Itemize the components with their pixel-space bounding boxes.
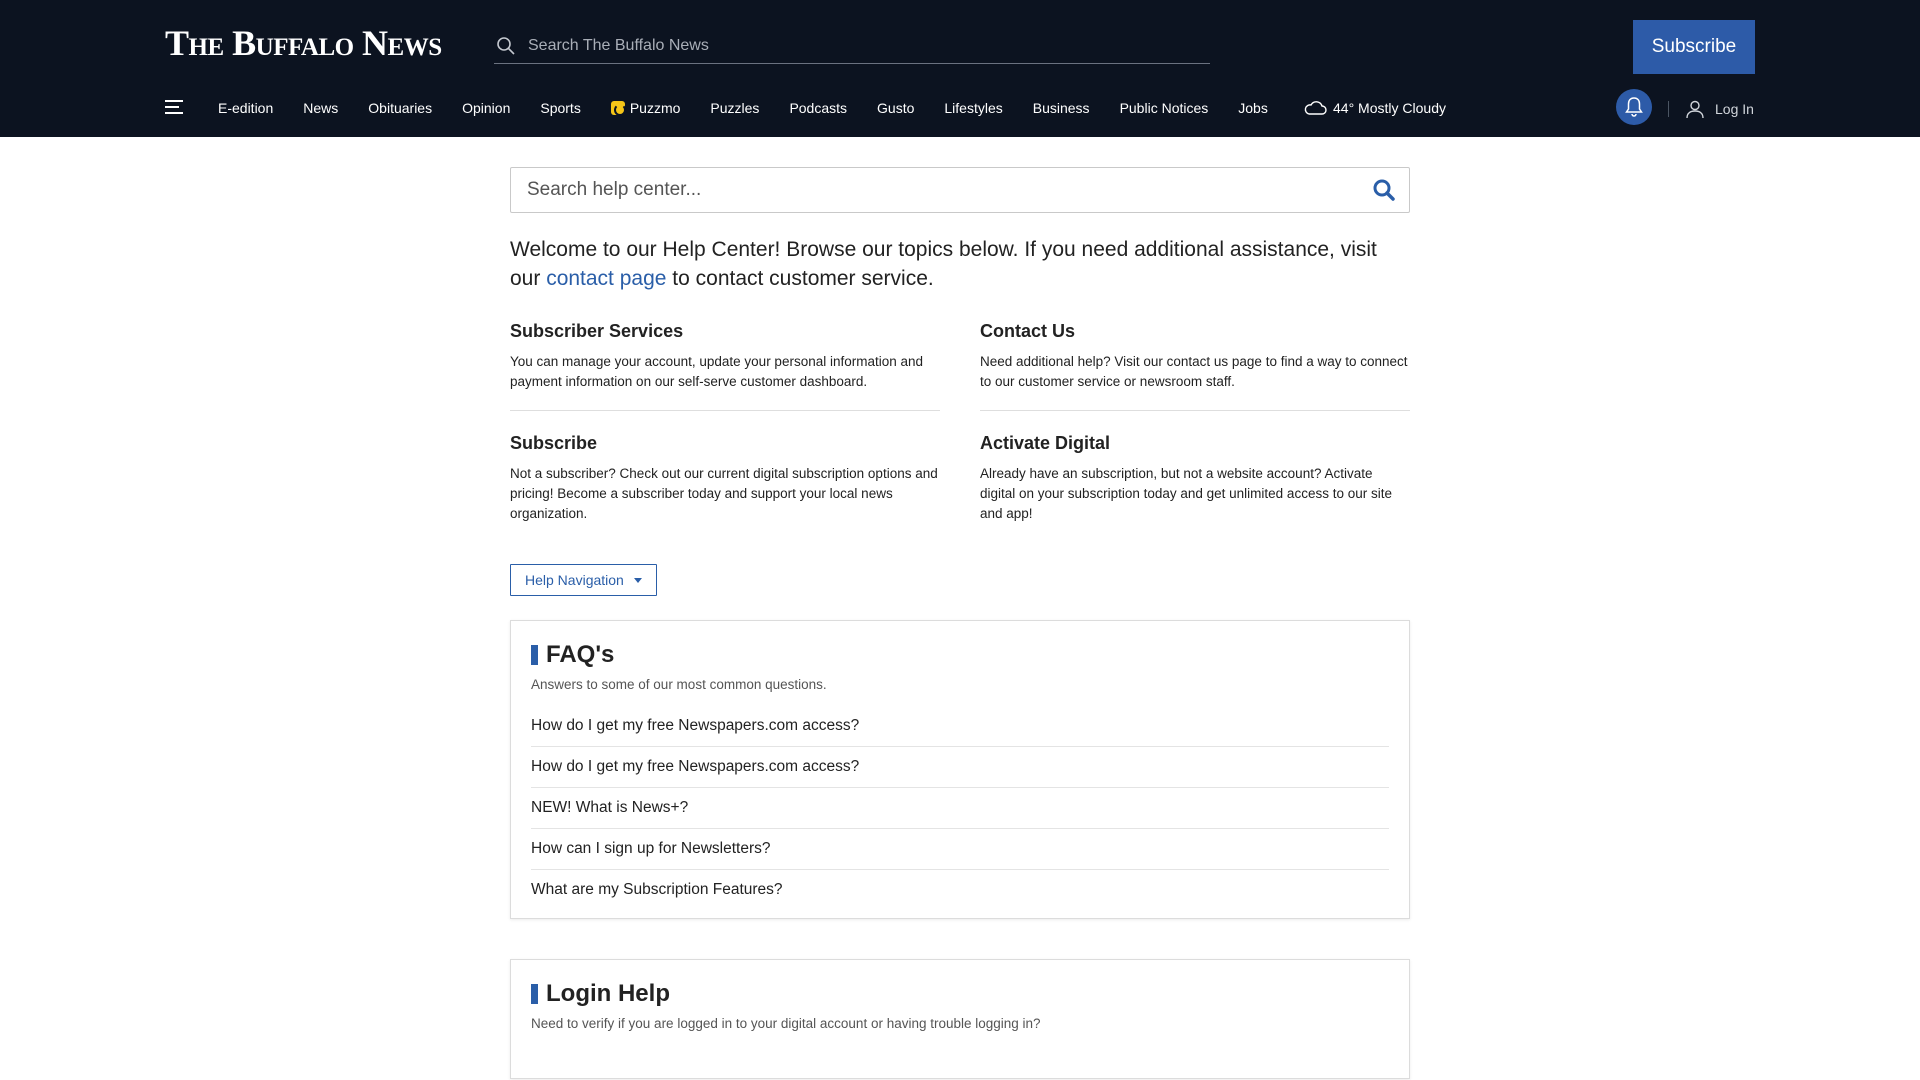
site-logo[interactable]: The Buffalo News [165,22,442,64]
nav-item-gusto[interactable]: Gusto [877,100,914,116]
login-label: Log In [1715,101,1754,117]
nav-item-e-edition[interactable]: E-edition [218,100,273,116]
welcome-text: Welcome to our Help Center! Browse our t… [510,238,1377,290]
accent-bar [531,984,538,1004]
cloud-icon [1304,101,1327,115]
search-icon[interactable] [496,36,516,56]
nav-item-business[interactable]: Business [1033,100,1090,116]
weather-text: 44° Mostly Cloudy [1333,100,1446,116]
help-navigation-dropdown[interactable]: Help Navigation [510,564,657,596]
nav-item-podcasts[interactable]: Podcasts [789,100,847,116]
subscribe-button[interactable]: Subscribe [1633,20,1755,74]
user-icon [1686,100,1704,119]
contact-page-link[interactable]: contact page [546,267,666,290]
help-search [510,167,1410,213]
nav-item-obituaries[interactable]: Obituaries [368,100,432,116]
faq-item[interactable]: How do I get my free Newspapers.com acce… [531,706,1389,747]
help-search-input[interactable] [527,179,1359,201]
topic-title[interactable]: Activate Digital [980,433,1410,454]
topic-description: Need additional help? Visit our contact … [980,354,1408,389]
faq-card: FAQ's Answers to some of our most common… [510,620,1410,919]
nav-item-puzzles[interactable]: Puzzles [710,100,759,116]
search-icon [1373,179,1395,201]
site-search-input[interactable] [528,36,1188,55]
login-help-card: Login Help Need to verify if you are log… [510,959,1410,1079]
header-divider [1668,101,1669,117]
topic-activate-digital: Activate Digital Already have an subscri… [980,433,1410,542]
topic-title[interactable]: Contact Us [980,321,1410,342]
nav-item-public-notices[interactable]: Public Notices [1120,100,1209,116]
faq-item[interactable]: How do I get my free Newspapers.com acce… [531,747,1389,788]
puzzmo-icon [610,101,626,116]
topic-description: You can manage your account, update your… [510,354,924,389]
faq-heading: FAQ's [531,641,1389,669]
help-search-button[interactable] [1359,168,1409,212]
topic-subscribe: Subscribe Not a subscriber? Check out ou… [510,433,940,542]
nav-item-sports[interactable]: Sports [540,100,580,116]
help-navigation-label: Help Navigation [525,572,624,588]
login-help-heading: Login Help [531,980,1389,1008]
topic-subscriber-services: Subscriber Services You can manage your … [510,321,940,411]
accent-bar [531,645,538,665]
nav-item-puzzmo[interactable]: Puzzmo [610,100,681,116]
faq-list: How do I get my free Newspapers.com acce… [531,706,1389,910]
topic-title[interactable]: Subscribe [510,433,940,454]
login-link[interactable]: Log In [1685,98,1754,120]
nav-item-jobs[interactable]: Jobs [1238,100,1268,116]
faq-item[interactable]: NEW! What is News+? [531,788,1389,829]
topic-grid: Subscriber Services You can manage your … [510,321,1410,542]
topic-title[interactable]: Subscriber Services [510,321,940,342]
nav-item-puzzmo-label: Puzzmo [629,100,681,116]
caret-down-icon [633,577,642,583]
nav-item-lifestyles[interactable]: Lifestyles [944,100,1002,116]
weather-widget[interactable]: 44° Mostly Cloudy [1303,90,1446,126]
site-search [494,28,1210,64]
topic-description: Not a subscriber? Check out our current … [510,466,938,521]
faq-subtitle: Answers to some of our most common quest… [531,677,827,692]
nav-item-news[interactable]: News [303,100,338,116]
faq-item[interactable]: What are my Subscription Features? [531,870,1389,910]
faq-item[interactable]: How can I sign up for Newsletters? [531,829,1389,870]
help-center-main: Welcome to our Help Center! Browse our t… [510,167,1410,1079]
notifications-bell-icon[interactable] [1616,89,1652,125]
nav-item-opinion[interactable]: Opinion [462,100,510,116]
login-help-subtitle: Need to verify if you are logged in to y… [531,1016,1041,1031]
topic-description: Already have an subscription, but not a … [980,466,1392,521]
topic-contact-us: Contact Us Need additional help? Visit o… [980,321,1410,411]
menu-icon[interactable] [165,100,185,116]
